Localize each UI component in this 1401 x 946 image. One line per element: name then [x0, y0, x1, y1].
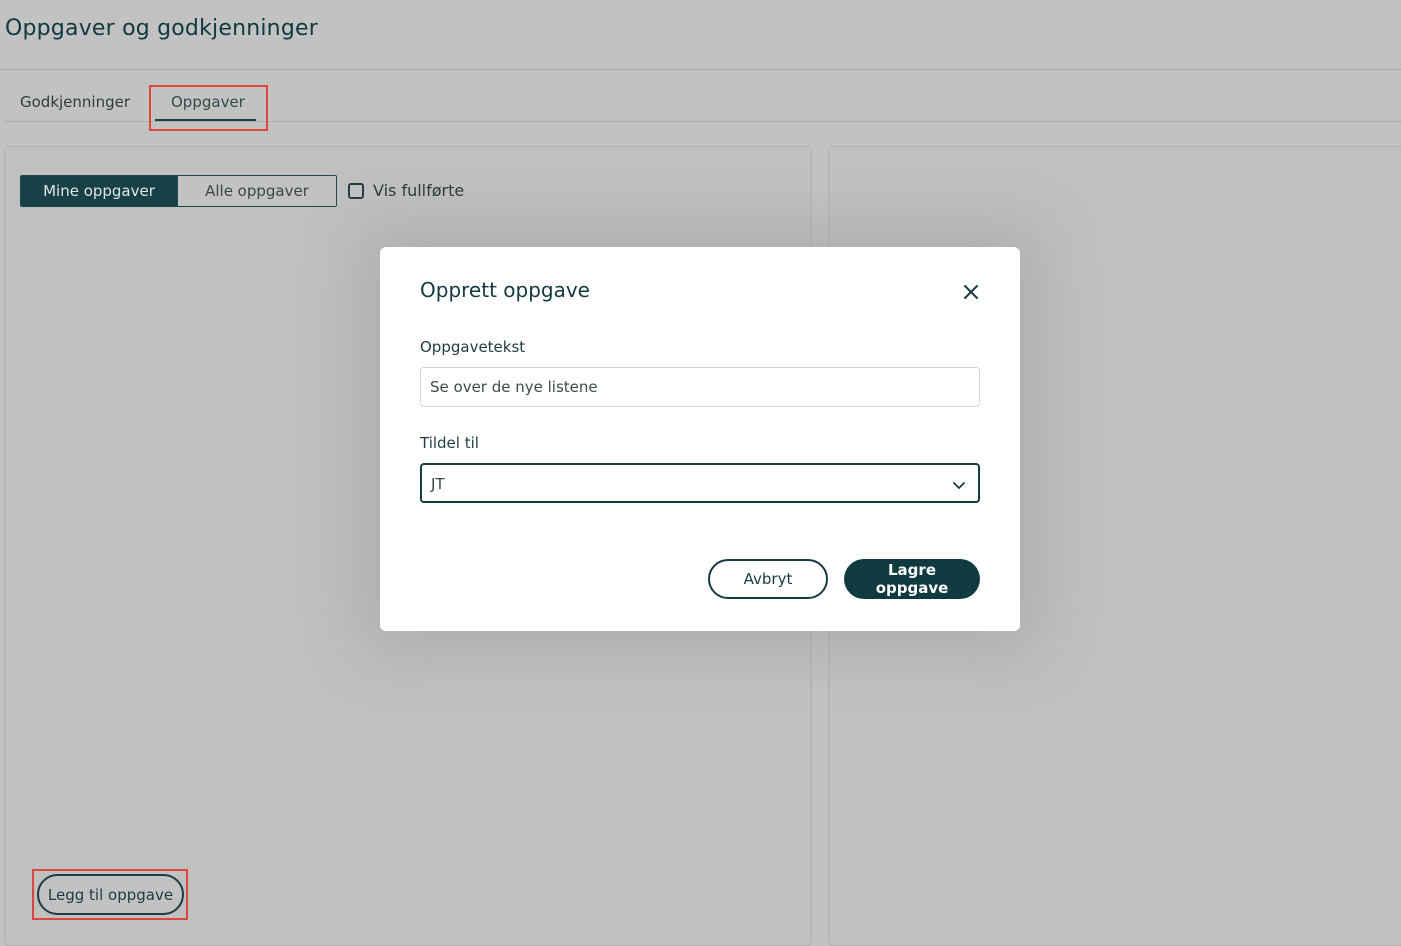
- all-tasks-button[interactable]: Alle oppgaver: [177, 176, 336, 206]
- tab-godkjenninger[interactable]: Godkjenninger: [20, 93, 130, 111]
- show-completed-checkbox[interactable]: [348, 182, 364, 199]
- my-tasks-button[interactable]: Mine oppgaver: [21, 176, 177, 206]
- cancel-button[interactable]: Avbryt: [708, 559, 828, 599]
- task-text-input[interactable]: [420, 367, 980, 407]
- task-filter-toggle: Mine oppgaver Alle oppgaver: [20, 175, 337, 207]
- show-completed-label: Vis fullførte: [373, 181, 465, 200]
- assign-to-value: JT: [431, 475, 445, 493]
- assign-to-label: Tildel til: [420, 434, 479, 452]
- page-title: Oppgaver og godkjenninger: [5, 16, 318, 41]
- add-task-button[interactable]: Legg til oppgave: [37, 874, 184, 915]
- tabs-divider: [5, 121, 1401, 122]
- create-task-dialog: Opprett oppgave Oppgavetekst Tildel til …: [380, 247, 1020, 631]
- dialog-title: Opprett oppgave: [420, 278, 590, 302]
- header-divider: [0, 69, 1401, 70]
- show-completed-toggle[interactable]: Vis fullførte: [348, 181, 464, 200]
- assign-to-select[interactable]: JT: [420, 463, 980, 503]
- save-task-button[interactable]: Lagre oppgave: [844, 559, 980, 599]
- chevron-down-icon: [952, 477, 966, 491]
- task-text-label: Oppgavetekst: [420, 338, 526, 356]
- tab-oppgaver[interactable]: Oppgaver: [171, 93, 245, 111]
- close-icon[interactable]: [961, 282, 981, 302]
